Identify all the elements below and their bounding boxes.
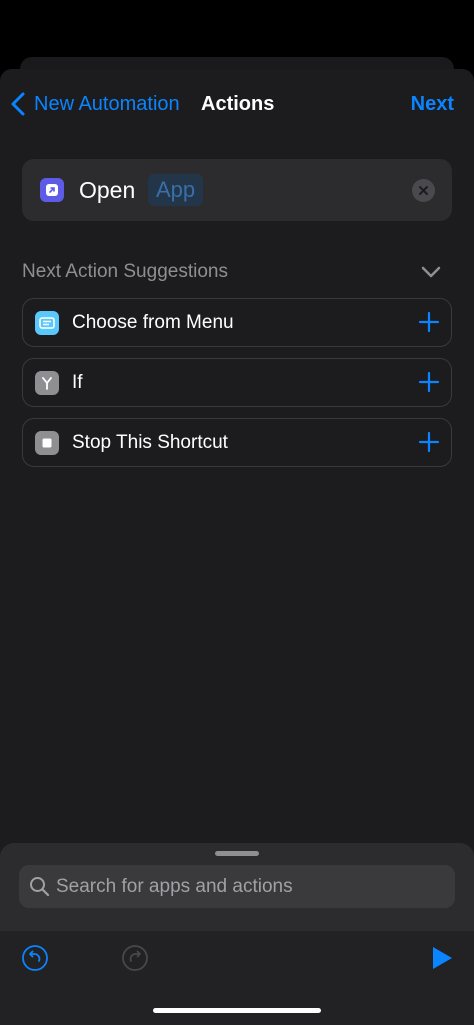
suggestion-choose-from-menu[interactable]: Choose from Menu — [22, 298, 452, 347]
suggestion-label: Stop This Shortcut — [72, 432, 228, 453]
chevron-left-icon — [11, 92, 25, 116]
search-icon — [30, 877, 50, 897]
suggestion-label: If — [72, 372, 83, 393]
stop-icon — [35, 431, 59, 455]
suggestion-label: Choose from Menu — [72, 312, 234, 333]
open-app-action[interactable]: Open App — [22, 159, 452, 221]
undo-icon[interactable] — [21, 944, 49, 972]
navigation-bar: New Automation Actions Next — [0, 69, 474, 139]
next-button[interactable]: Next — [411, 89, 454, 119]
redo-icon[interactable] — [121, 944, 149, 972]
action-verb: Open — [79, 177, 136, 203]
branch-icon — [35, 371, 59, 395]
back-button[interactable]: New Automation — [8, 89, 180, 119]
suggestions-header[interactable]: Next Action Suggestions — [22, 257, 442, 287]
menu-icon — [35, 311, 59, 335]
add-icon[interactable] — [418, 431, 440, 453]
search-bar[interactable] — [19, 865, 455, 908]
play-icon[interactable] — [428, 944, 456, 972]
drag-handle[interactable] — [215, 851, 259, 856]
search-input[interactable] — [56, 865, 446, 908]
close-icon — [419, 186, 428, 195]
suggestion-if[interactable]: If — [22, 358, 452, 407]
home-indicator — [153, 1008, 321, 1013]
chevron-down-icon — [421, 266, 441, 278]
action-search-panel — [0, 843, 474, 1025]
add-icon[interactable] — [418, 311, 440, 333]
app-parameter[interactable]: App — [148, 174, 204, 206]
back-label: New Automation — [34, 92, 180, 115]
page-title: Actions — [201, 93, 275, 115]
add-icon[interactable] — [418, 371, 440, 393]
suggestion-stop-this-shortcut[interactable]: Stop This Shortcut — [22, 418, 452, 467]
open-app-icon — [40, 178, 64, 202]
remove-action-button[interactable] — [412, 179, 435, 202]
suggestions-title: Next Action Suggestions — [22, 261, 228, 282]
editor-toolbar — [0, 931, 474, 1025]
